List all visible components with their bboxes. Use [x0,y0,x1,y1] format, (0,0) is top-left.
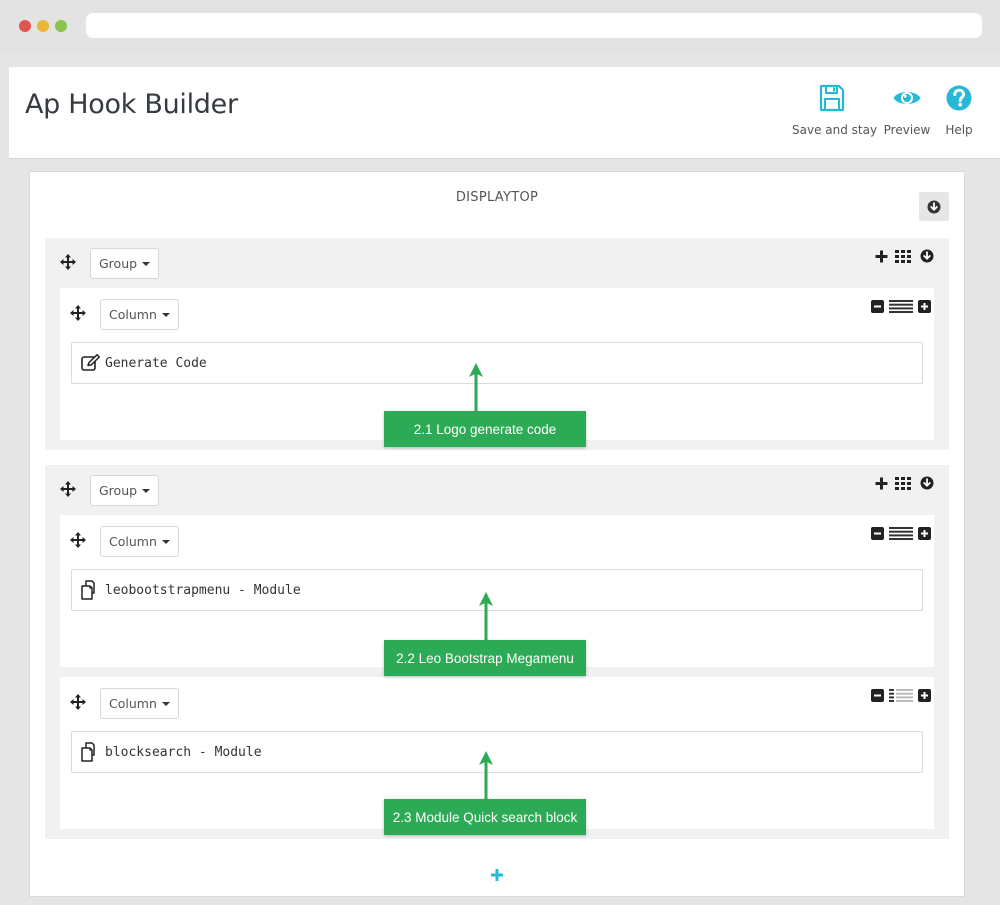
circle-arrow-down-icon [920,476,934,490]
eye-icon [893,92,921,104]
edit-icon [81,354,101,371]
help-button[interactable]: Help [941,83,977,137]
caret-down-icon [161,701,170,706]
plus-square-icon [918,527,931,540]
module-item[interactable]: leobootstrapmenu - Module [71,569,923,611]
hook-panel: DISPLAYTOP Group Column Generate Code Gr… [29,171,965,897]
annotation-callout: 2.1 Logo generate code [384,411,586,447]
annotation-arrow [479,751,493,799]
plus-square-icon [918,689,931,702]
increase-width-button[interactable] [918,689,931,702]
increase-width-button[interactable] [918,300,931,313]
group-collapse-button[interactable] [920,476,934,490]
decrease-width-button[interactable] [871,527,884,540]
column-dropdown[interactable]: Column [100,526,179,557]
group-dropdown-label: Group [99,256,138,271]
grid-icon [895,249,911,263]
browser-chrome [0,0,1000,52]
plus-icon [875,250,887,262]
annotation-arrow [469,363,483,411]
save-and-stay-button[interactable]: Save and stay [792,83,878,137]
preview-label: Preview [883,123,931,137]
copy-icon [81,580,95,600]
circle-arrow-down-icon [920,249,934,263]
module-item[interactable]: blocksearch - Module [71,731,923,773]
help-label: Help [945,123,973,137]
plus-icon [875,477,887,489]
decrease-width-button[interactable] [871,300,884,313]
grid-layout-button[interactable] [895,476,911,490]
maximize-window-button[interactable] [55,20,67,32]
minus-square-icon [871,689,884,702]
page-title: Ap Hook Builder [25,89,238,120]
page-header: Ap Hook Builder Save and stay Preview He… [9,67,1000,159]
plus-square-icon [918,300,931,313]
move-icon[interactable] [60,481,76,497]
hook-title: DISPLAYTOP [455,190,539,205]
annotation-callout: 2.2 Leo Bootstrap Megamenu [384,640,586,676]
minimize-window-button[interactable] [37,20,49,32]
preview-button[interactable]: Preview [883,83,931,137]
annotation-callout: 2.3 Module Quick search block [384,799,586,835]
hook-collapse-button[interactable] [919,192,949,221]
caret-down-icon [161,312,170,317]
save-icon [819,84,845,112]
column-dropdown-label: Column [109,696,157,711]
circle-arrow-down-icon [927,200,941,213]
add-column-button[interactable] [874,476,888,490]
copy-icon [81,742,95,762]
module-label: Generate Code [105,355,207,371]
annotation-arrow [479,592,493,640]
grid-icon [895,476,911,490]
group-dropdown-label: Group [99,483,138,498]
move-icon[interactable] [70,305,86,321]
move-icon[interactable] [60,254,76,270]
save-and-stay-label: Save and stay [792,123,878,137]
width-bars-icon [889,300,913,313]
minus-square-icon [871,527,884,540]
column-width-indicator [889,527,913,540]
column-dropdown-label: Column [109,307,157,322]
address-bar[interactable] [86,13,982,38]
move-icon[interactable] [70,532,86,548]
width-bars-icon [889,527,913,540]
add-column-button[interactable] [874,249,888,263]
column-width-indicator [889,300,913,313]
decrease-width-button[interactable] [871,689,884,702]
module-item[interactable]: Generate Code [71,342,923,384]
caret-down-icon [142,488,151,493]
group-dropdown[interactable]: Group [90,475,160,506]
add-group-button[interactable] [490,868,504,882]
column-dropdown[interactable]: Column [100,688,179,719]
grid-layout-button[interactable] [895,249,911,263]
help-icon [946,85,972,111]
module-label: leobootstrapmenu - Module [105,582,301,598]
move-icon[interactable] [70,694,86,710]
column-width-indicator [889,689,913,702]
width-bars-icon [889,689,913,702]
column-dropdown[interactable]: Column [100,299,179,330]
close-window-button[interactable] [19,20,31,32]
group-dropdown[interactable]: Group [90,248,160,279]
minus-square-icon [871,300,884,313]
caret-down-icon [161,539,170,544]
module-label: blocksearch - Module [105,744,262,760]
group-collapse-button[interactable] [920,249,934,263]
column-dropdown-label: Column [109,534,157,549]
caret-down-icon [142,261,151,266]
increase-width-button[interactable] [918,527,931,540]
